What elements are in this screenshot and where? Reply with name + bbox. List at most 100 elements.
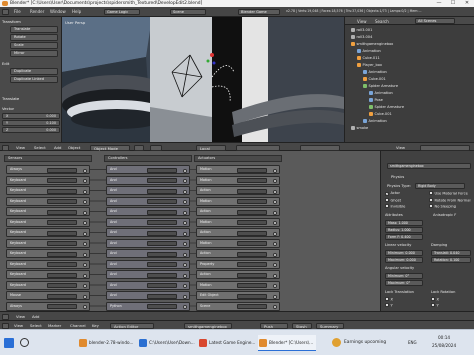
sensor-brick[interactable]: Always <box>6 165 90 174</box>
actuator-brick[interactable]: Motion <box>196 280 280 290</box>
brick-name-field[interactable] <box>47 304 77 309</box>
translation-damping-field[interactable]: Translati: 0.040 <box>431 250 471 256</box>
timeline-view-menu[interactable]: View <box>16 314 25 320</box>
brick-name-field[interactable] <box>147 209 177 215</box>
brick-name-field[interactable] <box>47 251 77 257</box>
brick-link-socket[interactable] <box>273 189 277 194</box>
brick-link-socket[interactable] <box>273 252 277 257</box>
weather-icon[interactable] <box>332 338 341 347</box>
layout-select[interactable]: Game Logic <box>104 9 140 15</box>
brick-link-socket[interactable] <box>273 305 277 309</box>
outliner-item[interactable]: Spider Armature <box>363 83 398 89</box>
rotation-damping-field[interactable]: Rotation: 0.100 <box>431 257 471 263</box>
menu-file[interactable]: File <box>14 9 21 14</box>
brick-link-socket[interactable] <box>183 168 187 173</box>
brick-name-field[interactable] <box>47 262 77 267</box>
layers-toggle[interactable] <box>236 144 280 151</box>
engine-select[interactable]: Blender Game <box>238 9 280 15</box>
add-menu[interactable]: Add <box>54 145 61 151</box>
linear-max-field[interactable]: Maximum: 0.000 <box>385 257 423 263</box>
outliner-item[interactable]: Player_box <box>357 62 382 68</box>
sensor-brick[interactable]: Keyboard <box>6 217 90 227</box>
duplicate-button[interactable]: Duplicate <box>10 68 58 75</box>
brick-link-socket[interactable] <box>183 221 187 225</box>
action-select-menu[interactable]: Select <box>30 323 42 329</box>
brick-name-field[interactable] <box>47 220 77 225</box>
mirror-button[interactable]: Mirror <box>10 50 58 57</box>
brick-name-field[interactable] <box>147 304 177 309</box>
sensor-brick[interactable]: Mouse <box>6 291 90 300</box>
taskbar-app[interactable]: C:\Users\User\Down... <box>138 335 196 351</box>
brick-link-socket[interactable] <box>83 263 87 267</box>
outliner-item[interactable]: Animation <box>369 90 393 96</box>
logic-editor[interactable]: Sensors Always Keyboard Keyboard Keyboard Ke… <box>0 151 380 311</box>
notification-text[interactable]: Earnings upcoming <box>344 340 386 345</box>
brick-link-socket[interactable] <box>183 284 187 288</box>
brick-name-field[interactable] <box>237 262 267 267</box>
view-menu[interactable]: View <box>16 145 25 151</box>
physics-checkbox[interactable]: Ghost <box>385 197 401 202</box>
sensor-brick[interactable]: Keyboard <box>6 186 90 195</box>
form-field[interactable]: Form F: 0.400 <box>385 234 423 240</box>
actuator-brick[interactable]: Scene <box>196 301 280 311</box>
translate-panel-header[interactable]: Translate <box>2 96 60 102</box>
brick-name-field[interactable] <box>47 209 77 215</box>
actuator-brick[interactable]: Motion <box>196 175 280 185</box>
controller-brick[interactable]: And <box>106 280 190 290</box>
sensor-brick[interactable]: Keyboard <box>6 175 90 185</box>
outliner-item[interactable]: Pose <box>369 97 383 103</box>
vector-y-field[interactable]: Y 0.100 <box>2 120 60 126</box>
brick-link-socket[interactable] <box>273 284 277 288</box>
clock-date[interactable]: 25/08/2024 <box>432 343 456 348</box>
properties-header[interactable] <box>420 144 470 151</box>
brick-name-field[interactable] <box>237 199 267 204</box>
sensor-brick[interactable]: Keyboard <box>6 280 90 290</box>
lock-rotation-y[interactable]: Y <box>431 303 439 308</box>
outliner-item[interactable]: roll3.004 <box>351 34 372 40</box>
brick-link-socket[interactable] <box>183 200 187 204</box>
translate-button[interactable]: Translate <box>10 26 58 33</box>
outliner-item[interactable]: Cube.011 <box>357 55 380 61</box>
actuator-brick[interactable]: Property <box>196 259 280 269</box>
logic-view-menu[interactable]: View <box>396 145 405 151</box>
brick-link-socket[interactable] <box>83 305 87 309</box>
close-button[interactable]: ✕ <box>460 0 474 7</box>
outliner-item[interactable]: Spider Armature <box>369 104 404 110</box>
brick-name-field[interactable] <box>147 188 177 194</box>
controller-brick[interactable]: And <box>106 186 190 195</box>
brick-link-socket[interactable] <box>83 200 87 204</box>
sensor-brick[interactable]: Keyboard <box>6 228 90 237</box>
brick-link-socket[interactable] <box>83 252 87 257</box>
controller-brick[interactable]: And <box>106 165 190 174</box>
minimize-button[interactable]: — <box>432 0 446 7</box>
brick-link-socket[interactable] <box>183 252 187 257</box>
menu-window[interactable]: Window <box>50 9 66 14</box>
brick-name-field[interactable] <box>147 167 177 173</box>
brick-link-socket[interactable] <box>183 263 187 267</box>
brick-name-field[interactable] <box>237 178 267 183</box>
brick-link-socket[interactable] <box>83 221 87 225</box>
transform-header[interactable]: Transform <box>2 19 60 25</box>
physics-section-header[interactable]: Physics <box>391 175 404 179</box>
stash-button[interactable]: Stash <box>292 322 312 329</box>
sensor-brick[interactable]: Keyboard <box>6 238 90 248</box>
brick-link-socket[interactable] <box>273 263 277 267</box>
brick-link-socket[interactable] <box>83 210 87 215</box>
search-icon[interactable] <box>20 338 29 347</box>
sensor-brick[interactable]: Keyboard <box>6 249 90 258</box>
brick-name-field[interactable] <box>237 167 267 173</box>
controller-brick[interactable]: And <box>106 259 190 269</box>
outliner-item[interactable]: smithgamenginebox <box>351 41 393 47</box>
brick-link-socket[interactable] <box>183 179 187 183</box>
action-marker-menu[interactable]: Marker <box>48 323 61 329</box>
brick-name-field[interactable] <box>237 293 267 299</box>
sensor-brick[interactable]: Keyboard <box>6 259 90 269</box>
editor-mode-select[interactable]: Action Editor <box>110 322 154 329</box>
mode-select[interactable]: Object Mode <box>90 144 130 151</box>
sensor-brick[interactable]: Keyboard <box>6 207 90 216</box>
physics-type-select[interactable]: Rigid Body <box>415 183 465 189</box>
edit-header[interactable]: Edit <box>2 61 60 67</box>
3d-viewport[interactable]: User Persp <box>62 17 344 142</box>
action-key-menu[interactable]: Key <box>92 323 99 329</box>
outliner-item[interactable]: smoke <box>351 125 368 131</box>
